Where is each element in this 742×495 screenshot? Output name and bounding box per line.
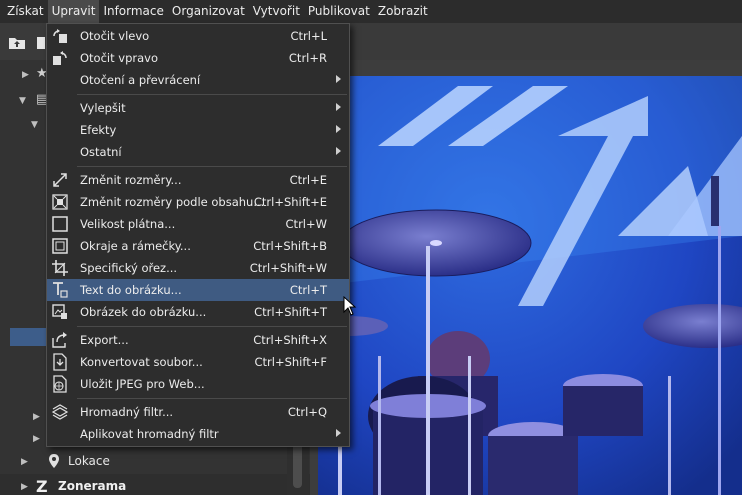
- menu-item-label: Obrázek do obrázku...: [80, 305, 207, 319]
- menu-item-specific-crop[interactable]: Specifický ořez... Ctrl+Shift+W: [47, 257, 349, 279]
- menu-item-rotate-left[interactable]: Otočit vlevo Ctrl+L: [47, 25, 349, 47]
- preview-area: [310, 60, 742, 495]
- canvas-size-icon: [51, 215, 69, 233]
- menu-item-shortcut: Ctrl+Shift+B: [253, 239, 327, 253]
- menu-item-label: Změnit rozměry podle obsahu...: [80, 195, 265, 209]
- expand-arrow-icon[interactable]: ▶: [22, 70, 29, 80]
- menu-item-shortcut: Ctrl+T: [289, 283, 327, 297]
- menu-item-label: Specifický ořez...: [80, 261, 178, 275]
- selected-tree-item[interactable]: [10, 328, 46, 346]
- menu-item-shortcut: Ctrl+Shift+X: [253, 333, 327, 347]
- expand-arrow-icon[interactable]: ▶: [21, 457, 28, 467]
- menu-item-shortcut: Ctrl+W: [285, 217, 327, 231]
- menu-item-shortcut: Ctrl+E: [289, 173, 327, 187]
- submenu-arrow-icon: [336, 125, 341, 133]
- menu-item-label: Vylepšit: [80, 101, 126, 115]
- picture-in-picture-icon: [51, 303, 69, 321]
- collapse-arrow-icon[interactable]: ▼: [19, 96, 26, 106]
- tree-item-location[interactable]: ▶ Lokace: [0, 450, 310, 474]
- menu-item-label: Otočit vpravo: [80, 51, 159, 65]
- save-web-icon: [51, 375, 69, 393]
- menu-ziskat[interactable]: Získat: [0, 0, 48, 23]
- menu-item-content-resize[interactable]: Změnit rozměry podle obsahu... Ctrl+Shif…: [47, 191, 349, 213]
- menu-item-label: Aplikovat hromadný filtr: [80, 427, 219, 441]
- border-icon: [51, 237, 69, 255]
- convert-file-icon: [51, 353, 69, 371]
- menu-item-effects[interactable]: Efekty: [47, 119, 349, 141]
- menu-item-apply-batch-filter[interactable]: Aplikovat hromadný filtr: [47, 423, 349, 445]
- menu-item-resize[interactable]: Změnit rozměry... Ctrl+E: [47, 169, 349, 191]
- mouse-cursor-icon: [343, 296, 357, 316]
- menu-item-export[interactable]: Export... Ctrl+Shift+X: [47, 329, 349, 351]
- menu-item-label: Hromadný filtr...: [80, 405, 174, 419]
- menu-item-label: Efekty: [80, 123, 117, 137]
- menu-item-text-to-image[interactable]: Text do obrázku... Ctrl+T: [47, 279, 349, 301]
- menu-item-label: Export...: [80, 333, 129, 347]
- menu-item-label: Ostatní: [80, 145, 122, 159]
- menu-item-label: Otočit vlevo: [80, 29, 150, 43]
- location-pin-icon: [48, 453, 60, 472]
- tree-item-zonerama[interactable]: ▶ Z Zonerama: [0, 474, 310, 495]
- menu-item-shortcut: Ctrl+Shift+W: [249, 261, 327, 275]
- menu-item-borders[interactable]: Okraje a rámečky... Ctrl+Shift+B: [47, 235, 349, 257]
- menu-item-shortcut: Ctrl+Q: [287, 405, 327, 419]
- submenu-arrow-icon: [336, 103, 341, 111]
- menu-item-canvas-size[interactable]: Velikost plátna... Ctrl+W: [47, 213, 349, 235]
- text-icon: [51, 281, 69, 299]
- menu-informace[interactable]: Informace: [99, 0, 167, 23]
- menu-zobrazit[interactable]: Zobrazit: [374, 0, 432, 23]
- folder-up-icon: [9, 38, 25, 49]
- drum-concert-photo: [318, 76, 742, 495]
- tree-item-label: Lokace: [68, 454, 110, 468]
- home-folder-button[interactable]: [6, 31, 28, 53]
- menu-item-enhance[interactable]: Vylepšit: [47, 97, 349, 119]
- menu-item-shortcut: Ctrl+R: [288, 51, 327, 65]
- expand-arrow-icon[interactable]: ▶: [21, 482, 28, 492]
- rotate-right-icon: [51, 49, 69, 67]
- menu-item-batch-filter[interactable]: Hromadný filtr... Ctrl+Q: [47, 401, 349, 423]
- content-resize-icon: [51, 193, 69, 211]
- menu-item-image-to-image[interactable]: Obrázek do obrázku... Ctrl+Shift+T: [47, 301, 349, 323]
- menu-item-label: Otočení a převrácení: [80, 73, 201, 87]
- menu-item-convert-file[interactable]: Konvertovat soubor... Ctrl+Shift+F: [47, 351, 349, 373]
- submenu-arrow-icon: [336, 75, 341, 83]
- menu-item-label: Text do obrázku...: [80, 283, 182, 297]
- menu-separator: [77, 398, 347, 399]
- menu-vytvorit[interactable]: Vytvořit: [249, 0, 304, 23]
- menu-separator: [77, 326, 347, 327]
- expand-arrow-icon[interactable]: ▶: [33, 412, 40, 422]
- menu-item-shortcut: Ctrl+Shift+T: [254, 305, 327, 319]
- crop-icon: [51, 259, 69, 277]
- menu-organizovat[interactable]: Organizovat: [168, 0, 249, 23]
- rotate-left-icon: [51, 27, 69, 45]
- menu-item-label: Velikost plátna...: [80, 217, 176, 231]
- menubar: Získat Upravit Informace Organizovat Vyt…: [0, 0, 742, 23]
- menu-item-rotate-right[interactable]: Otočit vpravo Ctrl+R: [47, 47, 349, 69]
- menu-item-label: Uložit JPEG pro Web...: [80, 377, 205, 391]
- menu-separator: [77, 94, 347, 95]
- expand-arrow-icon[interactable]: ▶: [33, 434, 40, 444]
- menu-publikovat[interactable]: Publikovat: [304, 0, 374, 23]
- zonerama-logo-icon: Z: [36, 477, 48, 495]
- menu-upravit[interactable]: Upravit: [47, 0, 100, 23]
- tree-item-label: Zonerama: [58, 479, 127, 493]
- menu-item-shortcut: Ctrl+Shift+F: [254, 355, 328, 369]
- menu-item-other[interactable]: Ostatní: [47, 141, 349, 163]
- menu-item-shortcut: Ctrl+L: [290, 29, 327, 43]
- menu-separator: [77, 166, 347, 167]
- export-icon: [51, 331, 69, 349]
- menu-item-shortcut: Ctrl+Shift+E: [253, 195, 327, 209]
- submenu-arrow-icon: [336, 147, 341, 155]
- photo-preview[interactable]: [318, 76, 742, 495]
- menu-item-label: Změnit rozměry...: [80, 173, 182, 187]
- menu-item-save-jpeg-web[interactable]: Uložit JPEG pro Web...: [47, 373, 349, 395]
- collapse-arrow-icon[interactable]: ▼: [31, 120, 38, 130]
- resize-icon: [51, 171, 69, 189]
- batch-filter-icon: [51, 403, 69, 421]
- menu-item-label: Konvertovat soubor...: [80, 355, 203, 369]
- menu-item-label: Okraje a rámečky...: [80, 239, 191, 253]
- menu-item-rotate-flip[interactable]: Otočení a převrácení: [47, 69, 349, 91]
- upravit-dropdown-menu: Otočit vlevo Ctrl+L Otočit vpravo Ctrl+R…: [46, 23, 350, 447]
- submenu-arrow-icon: [336, 429, 341, 437]
